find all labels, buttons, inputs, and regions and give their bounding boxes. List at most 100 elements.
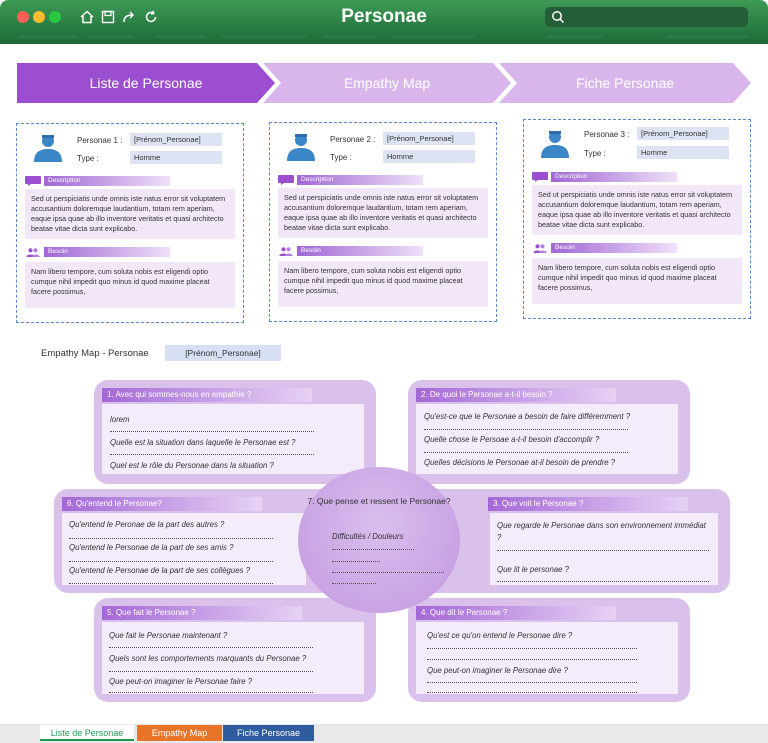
- step-fiche-personae[interactable]: Fiche Personae: [499, 63, 751, 103]
- answer-line[interactable]: [424, 429, 628, 430]
- answer-line[interactable]: [69, 561, 273, 562]
- description-text[interactable]: Sed ut perspiciatis unde omnis iste natu…: [532, 185, 742, 235]
- ribbon-divider: [156, 35, 206, 38]
- empathy-map-title: Empathy Map - Personae: [41, 348, 149, 359]
- need-header: Besoin: [278, 246, 428, 256]
- answer-line[interactable]: [332, 572, 444, 573]
- sheet-tab-fiche-personae[interactable]: Fiche Personae: [223, 725, 314, 741]
- answer-line[interactable]: [497, 581, 709, 582]
- answer-line[interactable]: [109, 671, 313, 672]
- answer-line[interactable]: [427, 659, 637, 660]
- group-icon: [533, 244, 547, 253]
- speech-icon: [25, 176, 41, 186]
- quadrant-7-center[interactable]: 7. Que pense et ressent le Personae? Dif…: [298, 467, 460, 613]
- need-text[interactable]: Nam libero tempore, cum soluta nobis est…: [25, 262, 235, 308]
- quadrant-6-body[interactable]: Qu'entend le Peronae de la part des autr…: [62, 513, 306, 585]
- description-label: Description: [551, 172, 677, 182]
- description-header: Description: [25, 176, 175, 186]
- quadrant-2-body[interactable]: Qu'est-ce que le Personae a besoin de fa…: [416, 404, 678, 474]
- type-label: Type :: [330, 153, 352, 162]
- ribbon-divider: [18, 35, 78, 38]
- question: Qu'est-ce que le Personae a besoin de fa…: [424, 412, 631, 421]
- quadrant-3-body[interactable]: Que regarde le Personae dans son environ…: [490, 513, 718, 585]
- sheet-tab-empathy-map[interactable]: Empathy Map: [137, 725, 222, 741]
- quadrant-4-body[interactable]: Qu'est ce qu'on entend le Personae dire …: [416, 622, 678, 694]
- quadrant-4-title: 4. Que dit le Personae ?: [416, 606, 616, 620]
- persona-name-field[interactable]: [Prénom_Personae]: [637, 127, 729, 140]
- answer-line[interactable]: [69, 583, 273, 584]
- need-label: Besoin: [551, 243, 677, 253]
- quadrant-1-body[interactable]: lorem Quelle est la situation dans laque…: [102, 404, 364, 474]
- answer-line[interactable]: [332, 561, 380, 562]
- answer-line[interactable]: [424, 452, 628, 453]
- ribbon-divider: [88, 35, 134, 38]
- search-icon: [552, 11, 565, 24]
- answer-line[interactable]: [427, 682, 637, 683]
- ribbon-divider: [666, 35, 748, 38]
- persona-name-field[interactable]: [Prénom_Personae]: [130, 133, 222, 146]
- group-icon: [26, 248, 40, 257]
- sheet-tab-liste-personae[interactable]: Liste de Personae: [40, 725, 134, 741]
- answer-line[interactable]: [332, 583, 376, 584]
- description-header: Description: [278, 175, 428, 185]
- quadrant-5-title: 5. Que fait le Personae ?: [102, 606, 302, 620]
- need-text[interactable]: Nam libero tempore, cum soluta nobis est…: [278, 261, 488, 307]
- ribbon-divider: [392, 35, 474, 38]
- quadrant-2-title: 2. De quoi le Personae a-t-il besoin ?: [416, 388, 616, 402]
- answer-line[interactable]: [332, 549, 414, 550]
- title-bar: Personae: [0, 0, 768, 44]
- user-icon: [287, 134, 315, 161]
- description-text[interactable]: Sed ut perspiciatis unde omnis iste natu…: [278, 188, 488, 238]
- persona-type-field[interactable]: Homme: [383, 150, 475, 163]
- step-liste-personae[interactable]: Liste de Personae: [17, 63, 275, 103]
- answer-line[interactable]: [110, 431, 314, 432]
- question: Qu'entend le Peronae de la part des autr…: [69, 520, 225, 529]
- question: Que peut-on imaginer le Personae faire ?: [109, 677, 253, 686]
- answer-line[interactable]: [427, 648, 637, 649]
- type-label: Type :: [77, 154, 99, 163]
- quadrant-1-title: 1. Avec qui sommes-nous en empathie ?: [102, 388, 312, 402]
- user-icon: [541, 131, 569, 158]
- quadrant-1: 1. Avec qui sommes-nous en empathie ? lo…: [94, 380, 376, 484]
- quadrant-5: 5. Que fait le Personae ? Que fait le Pe…: [94, 598, 376, 702]
- answer-line[interactable]: [497, 550, 709, 551]
- persona-name-field[interactable]: [Prénom_Personae]: [383, 132, 475, 145]
- need-text[interactable]: Nam libero tempore, cum soluta nobis est…: [532, 258, 742, 304]
- quadrant-4: 4. Que dit le Personae ? Qu'est ce qu'on…: [408, 598, 690, 702]
- question: Quels sont les comportements marquants d…: [109, 654, 307, 663]
- persona-label: Personae 2 :: [330, 135, 376, 144]
- persona-card-1: Personae 1 : [Prénom_Personae] Type : Ho…: [16, 123, 244, 323]
- ribbon-divider: [222, 35, 306, 38]
- speech-icon: [532, 172, 548, 182]
- question: Que fait le Personae maintenant ?: [109, 631, 228, 640]
- need-header: Besoin: [532, 243, 682, 253]
- step-navigation: Liste de Personae Empathy Map Fiche Pers…: [17, 63, 751, 103]
- answer-line[interactable]: [109, 647, 313, 648]
- question: Difficultés / Douleurs: [332, 532, 404, 541]
- search-box[interactable]: [545, 7, 748, 27]
- description-text[interactable]: Sed ut perspiciatis unde omnis iste natu…: [25, 189, 235, 239]
- question: Qu'entend le Personae de la part de ses …: [69, 543, 234, 552]
- question: Quelle est la situation dans laquelle le…: [110, 438, 296, 447]
- persona-type-field[interactable]: Homme: [130, 151, 222, 164]
- user-icon: [34, 135, 62, 162]
- question: Quelles décisions le Personae at-il beso…: [424, 458, 616, 467]
- description-label: Description: [44, 176, 170, 186]
- empathy-persona-name-field[interactable]: [Prénom_Personae]: [165, 345, 281, 361]
- step-empathy-map[interactable]: Empathy Map: [263, 63, 511, 103]
- question: Qu'est ce qu'on entend le Personae dire …: [427, 631, 573, 640]
- persona-label: Personae 3 :: [584, 130, 630, 139]
- group-icon: [279, 247, 293, 256]
- answer-line[interactable]: [110, 454, 314, 455]
- type-label: Type :: [584, 149, 606, 158]
- ribbon-divider: [546, 35, 602, 38]
- need-header: Besoin: [25, 247, 175, 257]
- quadrant-5-body[interactable]: Que fait le Personae maintenant ? Quels …: [102, 622, 364, 694]
- answer-line[interactable]: [69, 538, 273, 539]
- answer-line[interactable]: [109, 692, 313, 693]
- persona-card-3: Personae 3 : [Prénom_Personae] Type : Ho…: [523, 119, 751, 319]
- answer-line[interactable]: [427, 692, 637, 693]
- ribbon-divider: [323, 35, 375, 38]
- persona-type-field[interactable]: Homme: [637, 146, 729, 159]
- need-label: Besoin: [44, 247, 170, 257]
